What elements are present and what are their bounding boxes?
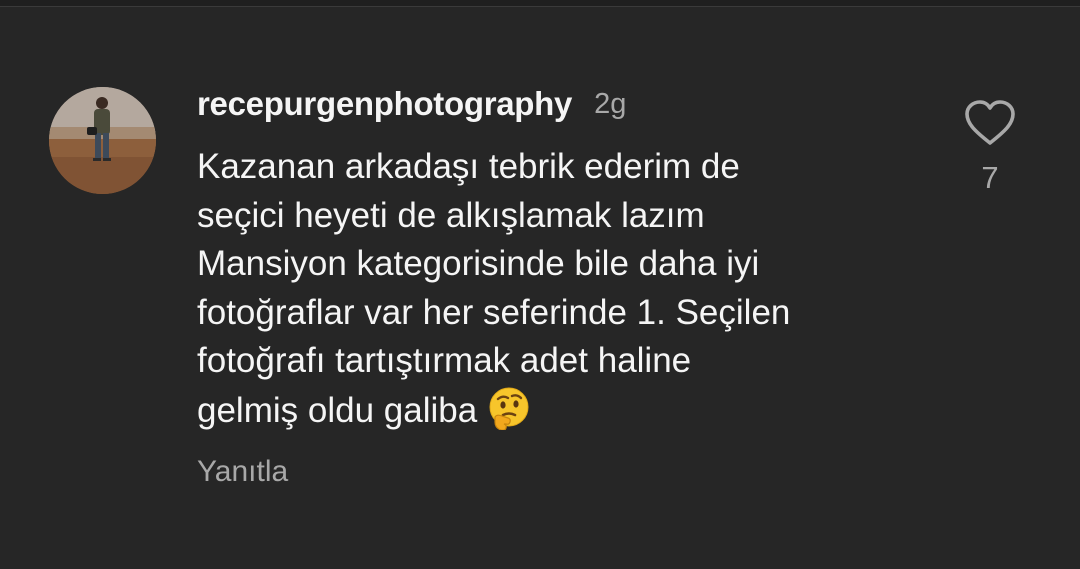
reply-button[interactable]: Yanıtla xyxy=(197,455,288,489)
comment-line: Kazanan arkadaşı tebrik ederim de xyxy=(197,147,740,186)
username[interactable]: recepurgenphotography xyxy=(197,85,572,123)
heart-outline-icon xyxy=(965,100,1015,145)
thinking-face-emoji-icon xyxy=(487,386,531,431)
comment-item: recepurgenphotography 2g Kazanan arkadaş… xyxy=(0,0,1080,569)
like-count: 7 xyxy=(981,160,999,195)
comment-page: recepurgenphotography 2g Kazanan arkadaş… xyxy=(0,0,1080,569)
comment-line: Mansiyon kategorisinde bile daha iyi xyxy=(197,244,760,283)
comment-line: seçici heyeti de alkışlamak lazım xyxy=(197,195,705,235)
comment-body: Kazanan arkadaşı tebrik ederim de seçici… xyxy=(197,143,937,435)
comment-line: fotoğraflar var her seferinde 1. Seçilen xyxy=(197,292,791,332)
timestamp: 2g xyxy=(594,87,627,120)
comment-header: recepurgenphotography 2g xyxy=(197,82,626,126)
comment-line: fotoğrafı tartıştırmak adet haline xyxy=(197,341,692,380)
like-button[interactable] xyxy=(964,100,1016,146)
comment-line-last: gelmiş oldu galiba xyxy=(197,386,937,436)
avatar[interactable] xyxy=(49,87,156,194)
comment-line-text: gelmiş oldu galiba xyxy=(197,390,478,430)
